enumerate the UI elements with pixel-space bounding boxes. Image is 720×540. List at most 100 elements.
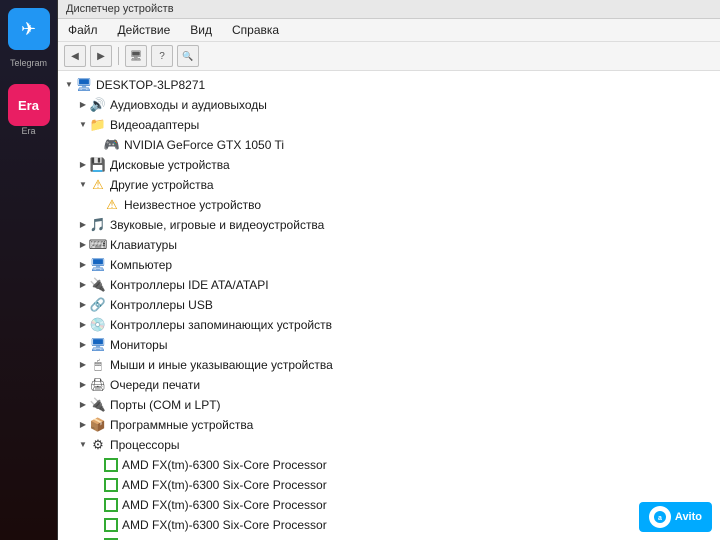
cpu1-label: AMD FX(tm)-6300 Six-Core Processor [122,456,327,474]
cpu3-square-icon [104,498,118,512]
expand-cpu2 [90,478,104,492]
avito-badge[interactable]: a Avito [639,502,712,532]
expand-cpu3 [90,498,104,512]
tree-software[interactable]: ▶ 📦 Программные устройства [58,415,720,435]
nvidia-label: NVIDIA GeForce GTX 1050 Ti [124,136,284,154]
usb-icon: 🔗 [90,297,106,313]
unknown-icon: ⚠ [104,197,120,213]
tree-computer[interactable]: ▶ 🖥 Компьютер [58,255,720,275]
tree-processors[interactable]: ▼ ⚙ Процессоры [58,435,720,455]
toolbar-help[interactable]: ? [151,45,173,67]
telegram-label: Telegram [10,58,47,68]
nvidia-icon: 🎮 [104,137,120,153]
tree-storage-ctrl[interactable]: ▶ 💿 Контроллеры запоминающих устройств [58,315,720,335]
tree-disk[interactable]: ▶ 💾 Дисковые устройства [58,155,720,175]
processors-icon: ⚙ [90,437,106,453]
computer-icon: 🖥 [90,257,106,273]
expand-print: ▶ [76,378,90,392]
expand-disk: ▶ [76,158,90,172]
cpu5-label: AMD FX(tm)-6300 Six-Core Processor [122,536,327,540]
device-tree[interactable]: ▼ 🖥 DESKTOP-3LP8271 ▶ 🔊 Аудиовходы и ауд… [58,71,720,540]
tree-other-devices[interactable]: ▼ ⚠ Другие устройства [58,175,720,195]
expand-video: ▼ [76,118,90,132]
expand-other: ▼ [76,178,90,192]
sound-label: Звуковые, игровые и видеоустройства [110,216,324,234]
print-label: Очереди печати [110,376,200,394]
tree-cpu-3[interactable]: AMD FX(tm)-6300 Six-Core Processor [58,495,720,515]
tree-audio-inputs[interactable]: ▶ 🔊 Аудиовходы и аудиовыходы [58,95,720,115]
device-manager-window: Диспетчер устройств Файл Действие Вид Сп… [58,0,720,540]
keyboards-label: Клавиатуры [110,236,177,254]
video-adapters-label: Видеоадаптеры [110,116,199,134]
expand-storage-ctrl: ▶ [76,318,90,332]
toolbar-back[interactable]: ◀ [64,45,86,67]
window-title: Диспетчер устройств [66,3,174,15]
root-label: DESKTOP-3LP8271 [96,76,205,94]
tree-monitors[interactable]: ▶ 🖥 Мониторы [58,335,720,355]
tree-ide[interactable]: ▶ 🔌 Контроллеры IDE ATA/ATAPI [58,275,720,295]
expand-cpu4 [90,518,104,532]
toolbar-forward[interactable]: ▶ [90,45,112,67]
tree-sound[interactable]: ▶ 🎵 Звуковые, игровые и видеоустройства [58,215,720,235]
tree-unknown[interactable]: ⚠ Неизвестное устройство [58,195,720,215]
tree-cpu-5[interactable]: AMD FX(tm)-6300 Six-Core Processor [58,535,720,540]
cpu1-square-icon [104,458,118,472]
menu-file[interactable]: Файл [64,21,102,39]
menu-action[interactable]: Действие [114,21,175,39]
menu-help[interactable]: Справка [228,21,283,39]
monitors-label: Мониторы [110,336,167,354]
ports-label: Порты (COM и LPT) [110,396,221,414]
ide-label: Контроллеры IDE ATA/ATAPI [110,276,269,294]
telegram-icon[interactable]: ✈ [8,8,50,50]
mice-icon: 🖱 [90,357,106,373]
title-bar: Диспетчер устройств [58,0,720,19]
disk-label: Дисковые устройства [110,156,230,174]
toolbar-properties[interactable]: 🖥 [125,45,147,67]
cpu3-label: AMD FX(tm)-6300 Six-Core Processor [122,496,327,514]
menu-bar: Файл Действие Вид Справка [58,19,720,42]
tree-keyboards[interactable]: ▶ ⌨ Клавиатуры [58,235,720,255]
storage-ctrl-label: Контроллеры запоминающих устройств [110,316,332,334]
avito-logo: a [649,506,671,528]
processors-label: Процессоры [110,436,180,454]
toolbar-sep1 [118,47,119,65]
expand-usb: ▶ [76,298,90,312]
expand-unknown [90,198,104,212]
taskbar: ✈ Telegram Era Era [0,0,58,540]
ide-icon: 🔌 [90,277,106,293]
era-label: Era [8,126,50,136]
expand-sound: ▶ [76,218,90,232]
video-adapters-icon: 📁 [90,117,106,133]
expand-ports: ▶ [76,398,90,412]
tree-cpu-1[interactable]: AMD FX(tm)-6300 Six-Core Processor [58,455,720,475]
keyboards-icon: ⌨ [90,237,106,253]
expand-software: ▶ [76,418,90,432]
tree-cpu-2[interactable]: AMD FX(tm)-6300 Six-Core Processor [58,475,720,495]
tree-video-adapters[interactable]: ▼ 📁 Видеоадаптеры [58,115,720,135]
mice-label: Мыши и иные указывающие устройства [110,356,333,374]
tree-usb[interactable]: ▶ 🔗 Контроллеры USB [58,295,720,315]
other-devices-icon: ⚠ [90,177,106,193]
toolbar: ◀ ▶ 🖥 ? 🔍 [58,42,720,71]
era-icon[interactable]: Era [8,84,50,126]
other-devices-label: Другие устройства [110,176,214,194]
cpu4-label: AMD FX(tm)-6300 Six-Core Processor [122,516,327,534]
software-label: Программные устройства [110,416,253,434]
computer-label: Компьютер [110,256,172,274]
tree-root[interactable]: ▼ 🖥 DESKTOP-3LP8271 [58,75,720,95]
menu-view[interactable]: Вид [186,21,216,39]
cpu2-square-icon [104,478,118,492]
svg-text:a: a [658,515,662,522]
tree-mice[interactable]: ▶ 🖱 Мыши и иные указывающие устройства [58,355,720,375]
audio-inputs-label: Аудиовходы и аудиовыходы [110,96,267,114]
expand-computer: ▶ [76,258,90,272]
tree-cpu-4[interactable]: AMD FX(tm)-6300 Six-Core Processor [58,515,720,535]
storage-ctrl-icon: 💿 [90,317,106,333]
cpu4-square-icon [104,518,118,532]
tree-nvidia[interactable]: 🎮 NVIDIA GeForce GTX 1050 Ti [58,135,720,155]
toolbar-scan[interactable]: 🔍 [177,45,199,67]
expand-cpu1 [90,458,104,472]
audio-inputs-icon: 🔊 [90,97,106,113]
tree-ports[interactable]: ▶ 🔌 Порты (COM и LPT) [58,395,720,415]
tree-print[interactable]: ▶ 🖨 Очереди печати [58,375,720,395]
